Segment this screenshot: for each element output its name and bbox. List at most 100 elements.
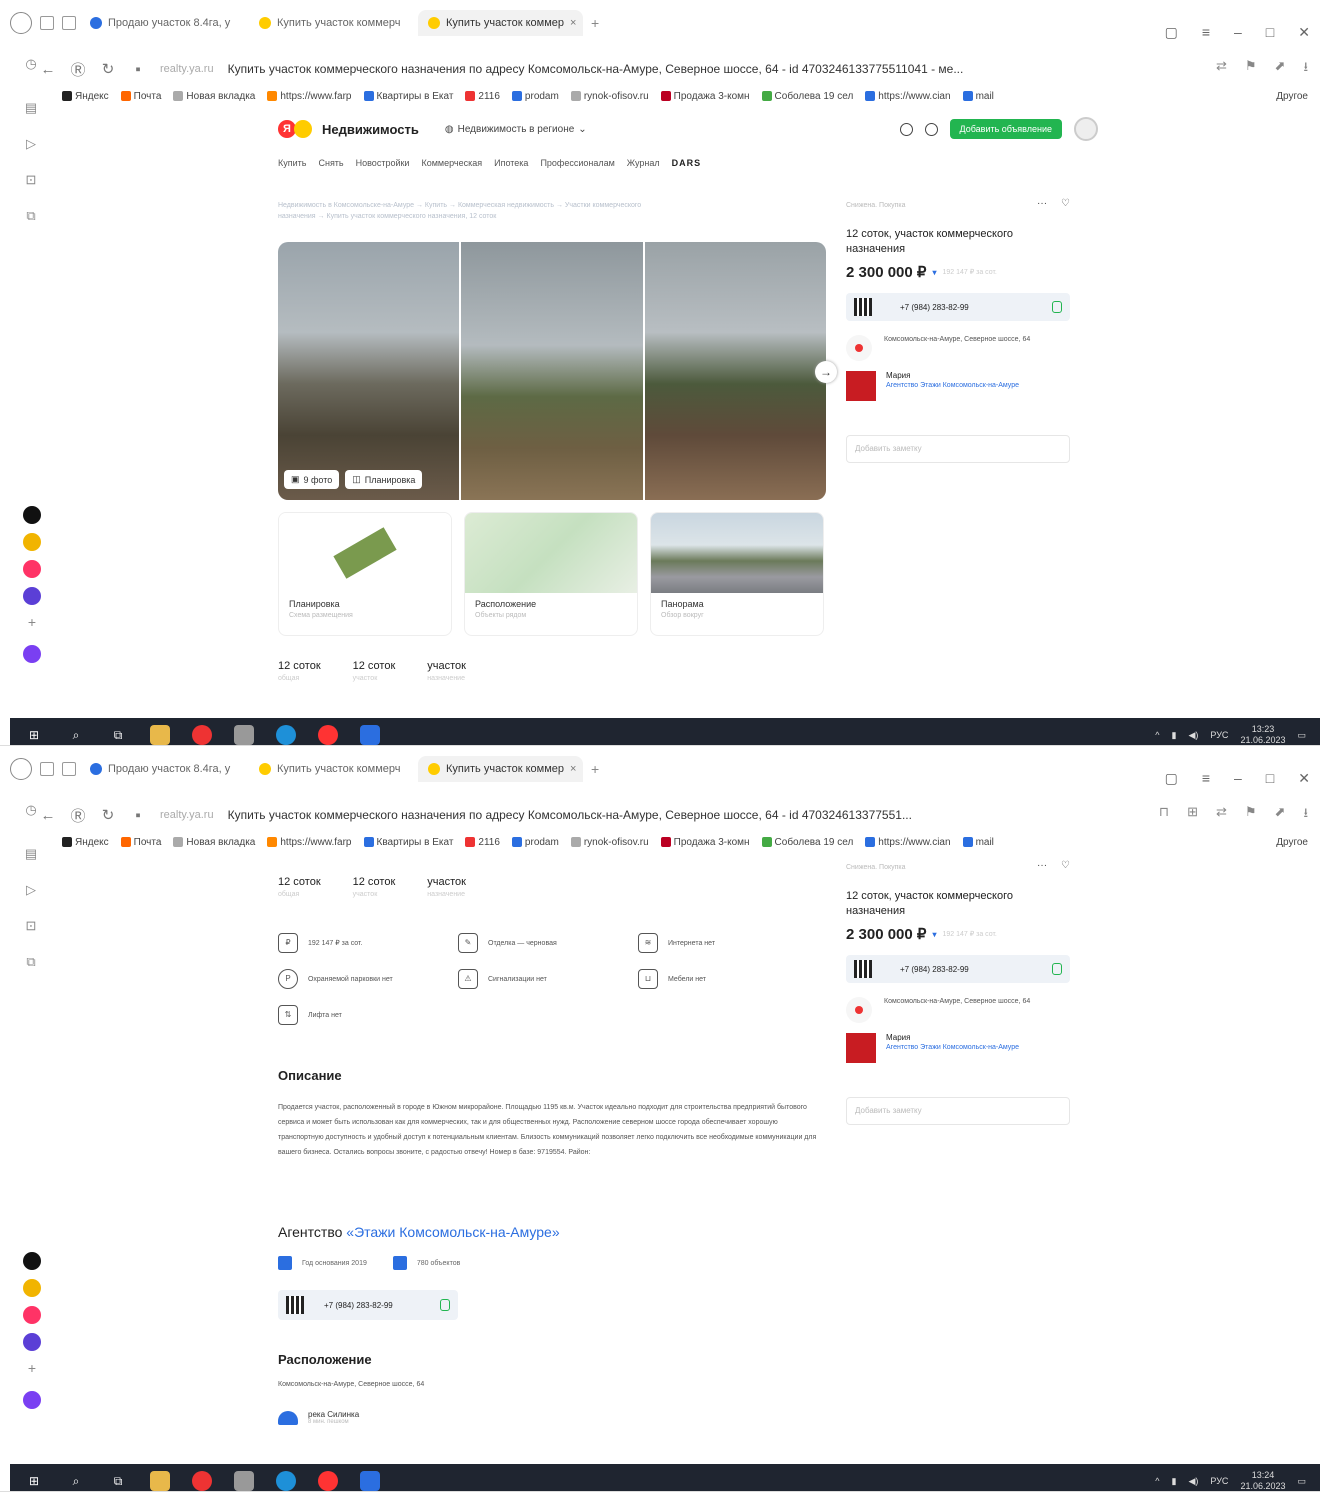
new-tab-button[interactable]: + — [591, 15, 599, 31]
screenshot-icon[interactable]: ⧉ — [26, 208, 35, 224]
agency-link[interactable]: Агентство Этажи Комсомольск-на-Амуре — [886, 1043, 1019, 1053]
messages-icon[interactable] — [924, 122, 938, 136]
notifications-icon[interactable]: ▭ — [1297, 1476, 1306, 1487]
share-icon[interactable]: ⬈ — [1275, 58, 1286, 80]
card-location[interactable]: Расположение Объекты рядом — [464, 512, 638, 636]
mail-icon[interactable] — [23, 1306, 41, 1324]
share-icon[interactable]: ⬈ — [1275, 804, 1286, 826]
bookmark-item[interactable]: Квартиры в Екат — [363, 91, 453, 102]
reload-icon[interactable]: ↻ — [100, 60, 116, 78]
tab-2[interactable]: Купить участок коммерч — [249, 756, 414, 782]
bookmark-item[interactable]: Почта — [120, 91, 161, 102]
edge-icon[interactable] — [276, 1471, 296, 1491]
yandex-browser-icon[interactable] — [192, 725, 212, 745]
bookmark-item[interactable]: prodam — [511, 91, 559, 102]
site-logo-text[interactable]: Недвижимость — [322, 122, 419, 137]
notifications-icon[interactable]: ▭ — [1297, 730, 1306, 741]
media-icon[interactable]: ▷ — [26, 136, 36, 152]
task-view-icon[interactable]: ⧉ — [108, 1471, 128, 1491]
app-icon[interactable] — [234, 1471, 254, 1491]
yandex-icon[interactable] — [318, 725, 338, 745]
address-domain[interactable]: realty.ya.ru — [160, 63, 214, 75]
download-icon[interactable]: ⭳ — [1303, 804, 1308, 826]
phone-button[interactable]: +7 (984) 283-82-99 — [846, 955, 1070, 983]
bookmark-item[interactable]: Продажа 3-комн — [660, 91, 750, 102]
address-text[interactable]: Комсомольск-на-Амуре, Северное шоссе, 64 — [884, 335, 1030, 361]
market-icon[interactable] — [23, 1279, 41, 1297]
bookmark-item[interactable]: rynok-ofisov.ru — [570, 91, 649, 102]
alice-icon[interactable] — [23, 1333, 41, 1351]
bookmark-item[interactable]: https://www.farp — [267, 837, 352, 848]
favorite-heart-icon[interactable]: ♡ — [1061, 860, 1070, 871]
start-icon[interactable]: ⊞ — [24, 1471, 44, 1491]
agency-link[interactable]: Агентство Этажи Комсомольск-на-Амуре — [886, 381, 1019, 391]
tab-1[interactable]: Продаю участок 8.4га, у — [80, 756, 245, 782]
bookmark-item[interactable]: Продажа 3-комн — [660, 837, 750, 848]
add-app-icon[interactable]: + — [23, 1360, 41, 1378]
yandex-icon[interactable]: Ⓡ — [70, 805, 86, 826]
bookmark-icon[interactable]: ⚑ — [1245, 58, 1257, 80]
screenshot-icon[interactable]: ⧉ — [26, 954, 35, 970]
address-page-title[interactable]: Купить участок коммерческого назначения … — [228, 62, 1088, 76]
bookmark-item[interactable]: Квартиры в Екат — [363, 837, 453, 848]
tray-chevron-icon[interactable]: ^ — [1155, 1476, 1159, 1486]
bookmark-item[interactable]: Новая вкладка — [173, 91, 255, 102]
more-icon[interactable]: ··· — [1037, 198, 1047, 209]
gallery-photo[interactable] — [644, 242, 826, 500]
language-indicator[interactable]: РУС — [1210, 1476, 1228, 1486]
volume-icon[interactable]: ◀) — [1188, 1476, 1198, 1487]
nav-item-mortgage[interactable]: Ипотека — [494, 158, 528, 168]
yandex-browser-icon[interactable] — [192, 1471, 212, 1491]
close-window-icon[interactable]: ✕ — [1298, 770, 1310, 787]
translate-icon[interactable]: ⇄ — [1216, 58, 1227, 80]
clock[interactable]: 13:24 21.06.2023 — [1240, 1470, 1285, 1491]
collections-icon[interactable]: ▤ — [25, 100, 37, 116]
close-tab-icon[interactable]: × — [570, 763, 576, 775]
tabs-list-icon[interactable] — [62, 16, 76, 30]
menu-icon[interactable]: ≡ — [1202, 770, 1210, 787]
profile-icon[interactable] — [10, 758, 32, 780]
history-icon[interactable]: ◷ — [25, 56, 36, 72]
photo-gallery[interactable] — [278, 242, 826, 500]
address-domain[interactable]: realty.ya.ru — [160, 809, 214, 821]
downloads-icon[interactable]: ⊡ — [26, 172, 37, 188]
bookmark-item[interactable]: Соболева 19 сел — [761, 91, 853, 102]
edge-icon[interactable] — [276, 725, 296, 745]
bookmark-item[interactable]: https://www.cian — [865, 91, 951, 102]
bookmark-item[interactable]: 2116 — [465, 91, 500, 102]
bookmark-item[interactable]: prodam — [511, 837, 559, 848]
close-tab-icon[interactable]: × — [570, 17, 576, 29]
bookmark-item[interactable]: Почта — [120, 837, 161, 848]
nav-item-buy[interactable]: Купить — [278, 158, 306, 168]
plus-app-icon[interactable] — [23, 1252, 41, 1270]
favorites-icon[interactable] — [899, 122, 913, 136]
region-selector[interactable]: ◍ Недвижимость в регионе ⌄ — [445, 124, 587, 135]
mail-icon[interactable] — [23, 560, 41, 578]
card-panorama[interactable]: Панорама Обзор вокруг — [650, 512, 824, 636]
tabs-list-icon[interactable] — [62, 762, 76, 776]
maximize-icon[interactable]: □ — [1266, 770, 1274, 787]
task-view-icon[interactable]: ⧉ — [108, 725, 128, 745]
translate-icon[interactable]: ⇄ — [1216, 804, 1227, 826]
agency-objects[interactable]: 780 объектов — [392, 1256, 460, 1270]
word-icon[interactable] — [360, 725, 380, 745]
bookmark-item[interactable]: rynok-ofisov.ru — [570, 837, 649, 848]
search-icon[interactable]: ⌕ — [66, 725, 86, 745]
search-icon[interactable]: ⌕ — [66, 1471, 86, 1491]
start-icon[interactable]: ⊞ — [24, 725, 44, 745]
add-app-icon[interactable]: + — [23, 614, 41, 632]
agency-logo[interactable] — [846, 1033, 876, 1063]
bookmark-icon[interactable]: ⚑ — [1245, 804, 1257, 826]
explorer-icon[interactable] — [150, 725, 170, 745]
tab-3-active[interactable]: Купить участок коммер × — [418, 756, 583, 782]
profile-icon[interactable] — [10, 12, 32, 34]
card-plan[interactable]: Планировка Схема размещения — [278, 512, 452, 636]
breadcrumb[interactable]: Недвижимость в Комсомольске-на-Амуре → К… — [278, 200, 678, 222]
lock-icon[interactable]: ▪ — [130, 61, 146, 78]
note-input[interactable]: Добавить заметку — [846, 435, 1070, 463]
volume-icon[interactable]: ◀) — [1188, 730, 1198, 741]
gallery-photo[interactable] — [461, 242, 643, 500]
agency-phone-button[interactable]: +7 (984) 283-82-99 — [278, 1290, 458, 1320]
tab-1[interactable]: Продаю участок 8.4га, у — [80, 10, 245, 36]
explorer-icon[interactable] — [150, 1471, 170, 1491]
